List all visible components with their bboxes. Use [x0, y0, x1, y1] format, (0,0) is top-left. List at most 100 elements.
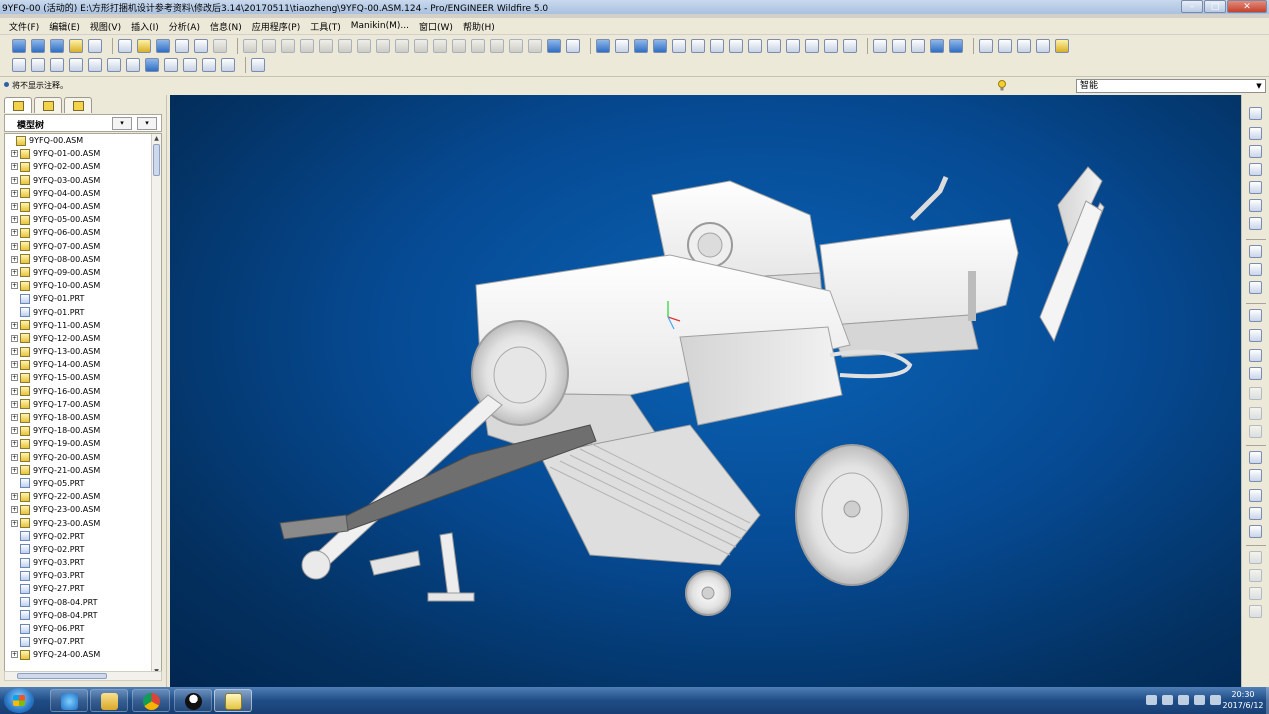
enhanced-realism-icon[interactable] — [949, 39, 963, 53]
minimize-button[interactable]: – — [1181, 0, 1203, 13]
model-tree-item[interactable]: 9YFQ-05.PRT — [5, 477, 151, 490]
offset-icon[interactable] — [490, 39, 504, 53]
menu-help[interactable]: 帮助(H) — [458, 20, 500, 33]
model-tree-item[interactable]: 9YFQ-27.PRT — [5, 582, 151, 595]
expand-icon[interactable]: + — [11, 651, 18, 659]
datum-axis-toggle-icon[interactable] — [998, 39, 1012, 53]
expand-icon[interactable]: + — [11, 400, 18, 408]
print-icon[interactable] — [175, 39, 189, 53]
save-icon[interactable] — [156, 39, 170, 53]
expand-icon[interactable]: + — [11, 176, 18, 184]
trim-icon[interactable] — [452, 39, 466, 53]
hole-icon[interactable] — [1249, 367, 1262, 380]
expand-icon[interactable]: + — [11, 268, 18, 276]
model-tree-item[interactable]: +9YFQ-09-00.ASM — [5, 266, 151, 279]
chamfer-icon[interactable] — [1249, 407, 1262, 420]
model-tree-item[interactable]: +9YFQ-23-00.ASM — [5, 503, 151, 516]
expand-icon[interactable]: + — [11, 203, 18, 211]
csys-display-icon[interactable] — [69, 39, 83, 53]
color-sphere-icon[interactable] — [691, 39, 705, 53]
menu-window[interactable]: 窗口(W) — [414, 20, 458, 33]
offset-point-icon[interactable] — [1249, 199, 1262, 212]
style-icon[interactable] — [1249, 605, 1262, 618]
maximize-button[interactable]: □ — [1204, 0, 1226, 13]
taskbar-proengineer[interactable] — [214, 689, 252, 712]
solidify-icon[interactable] — [528, 39, 542, 53]
model-tree-item[interactable]: 9YFQ-01.PRT — [5, 305, 151, 318]
zoom-out-icon[interactable] — [748, 39, 762, 53]
model-tree-item[interactable]: 9YFQ-02.PRT — [5, 530, 151, 543]
expand-icon[interactable]: + — [11, 519, 18, 527]
table-icon[interactable] — [50, 58, 64, 72]
annotation-display-icon[interactable] — [88, 39, 102, 53]
expand-icon[interactable]: + — [11, 242, 18, 250]
shading-icon[interactable] — [930, 39, 944, 53]
expand-icon[interactable]: + — [11, 163, 18, 171]
explode-icon[interactable] — [69, 58, 83, 72]
draft-icon[interactable] — [1249, 425, 1262, 438]
trim-icon[interactable] — [1249, 507, 1262, 520]
pattern-icon[interactable] — [471, 39, 485, 53]
binoculars-icon[interactable] — [547, 39, 561, 53]
find-icon[interactable] — [395, 39, 409, 53]
redo-icon[interactable] — [262, 39, 276, 53]
sketched-curve-icon[interactable] — [1249, 163, 1262, 176]
pattern-icon[interactable] — [1249, 451, 1262, 464]
box-select-icon[interactable] — [566, 39, 580, 53]
no-hidden-icon[interactable] — [911, 39, 925, 53]
tab-favorites[interactable] — [64, 97, 92, 113]
extrude-icon[interactable] — [1249, 309, 1262, 322]
expand-icon[interactable]: + — [11, 493, 18, 501]
taskbar-qq[interactable] — [174, 689, 212, 712]
component-place-icon[interactable] — [1249, 245, 1262, 258]
boundary-blend-icon[interactable] — [1249, 587, 1262, 600]
model-tree-item[interactable]: +9YFQ-18-00.ASM — [5, 411, 151, 424]
merge-icon[interactable] — [1249, 489, 1262, 502]
model-tree-item[interactable]: 9YFQ-07.PRT — [5, 635, 151, 648]
model-tree-item[interactable]: 9YFQ-03.PRT — [5, 569, 151, 582]
taskbar-chrome[interactable] — [132, 689, 170, 712]
harness-icon[interactable] — [183, 58, 197, 72]
taskbar-clock[interactable]: 20:30 2017/6/12 — [1221, 689, 1265, 711]
package-icon[interactable] — [1249, 281, 1262, 294]
model-tree-item[interactable]: +9YFQ-05-00.ASM — [5, 213, 151, 226]
paste-special-icon[interactable] — [338, 39, 352, 53]
expand-icon[interactable]: + — [11, 229, 18, 237]
model-tree-item[interactable]: +9YFQ-04-00.ASM — [5, 200, 151, 213]
model-tree-item[interactable]: +9YFQ-23-00.ASM — [5, 516, 151, 529]
model-tree-item[interactable]: +9YFQ-08-00.ASM — [5, 253, 151, 266]
tree-horizontal-scrollbar[interactable] — [4, 671, 162, 681]
tray-expand-icon[interactable] — [1162, 695, 1173, 705]
start-button[interactable] — [4, 688, 34, 713]
regenerate-icon[interactable] — [357, 39, 371, 53]
thicken-icon[interactable] — [509, 39, 523, 53]
layers-icon[interactable] — [824, 39, 838, 53]
datum-display-icon[interactable] — [12, 39, 26, 53]
model-tree-item[interactable]: 9YFQ-02.PRT — [5, 543, 151, 556]
model-tree-item[interactable]: +9YFQ-20-00.ASM — [5, 451, 151, 464]
expand-icon[interactable]: + — [11, 150, 18, 158]
datum-plane-icon[interactable] — [1249, 107, 1262, 120]
scroll-thumb[interactable] — [17, 673, 107, 679]
model-tree-item[interactable]: 9YFQ-01.PRT — [5, 292, 151, 305]
model-tree-item[interactable]: +9YFQ-07-00.ASM — [5, 240, 151, 253]
view-manager-icon[interactable] — [653, 39, 667, 53]
paste-icon[interactable] — [319, 39, 333, 53]
email-icon[interactable] — [194, 39, 208, 53]
family-table-icon[interactable] — [164, 58, 178, 72]
menu-view[interactable]: 视图(V) — [85, 20, 126, 33]
model-tree-item[interactable]: 9YFQ-06.PRT — [5, 622, 151, 635]
model-tree-item[interactable]: +9YFQ-14-00.ASM — [5, 358, 151, 371]
refit-icon[interactable] — [767, 39, 781, 53]
csys-icon[interactable] — [1249, 217, 1262, 230]
model-tree-item[interactable]: +9YFQ-22-00.ASM — [5, 490, 151, 503]
component-create-icon[interactable] — [1249, 263, 1262, 276]
mechanism-icon[interactable] — [221, 58, 235, 72]
tree-vertical-scrollbar[interactable]: ▲ ▼ — [151, 134, 161, 676]
expand-icon[interactable]: + — [11, 216, 18, 224]
menu-manikin[interactable]: Manikin(M)... — [346, 21, 414, 31]
merge-icon[interactable] — [433, 39, 447, 53]
model-tree-item[interactable]: +9YFQ-13-00.ASM — [5, 345, 151, 358]
keyboard-icon[interactable] — [1146, 695, 1157, 705]
menu-analysis[interactable]: 分析(A) — [164, 20, 205, 33]
